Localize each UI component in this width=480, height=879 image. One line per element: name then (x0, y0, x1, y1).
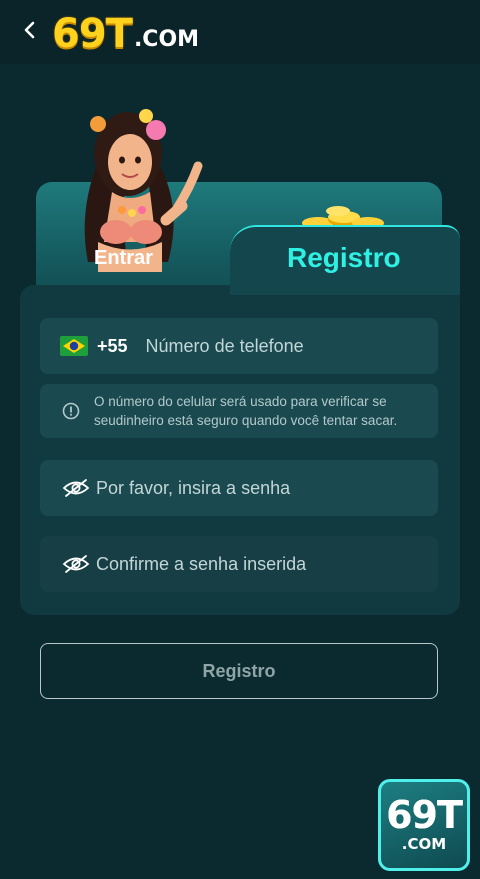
confirm-password-field[interactable] (40, 536, 438, 592)
logo-suffix-text: .COM (133, 27, 200, 52)
password-field[interactable] (40, 460, 438, 516)
tab-entrar[interactable]: Entrar (94, 247, 153, 270)
tab-registro[interactable]: Registro (287, 242, 401, 274)
phone-input[interactable] (145, 318, 438, 374)
register-button[interactable]: Registro (40, 643, 438, 699)
eye-off-icon[interactable] (62, 478, 90, 498)
phone-hint-box: O número do celular será usado para veri… (40, 384, 438, 438)
confirm-password-input[interactable] (96, 536, 438, 592)
brazil-flag-icon (60, 336, 88, 356)
site-logo: 69T .COM (52, 10, 199, 54)
badge-main-text: 69T (386, 793, 463, 837)
top-bar: 69T .COM (0, 0, 480, 64)
logo-main-text: 69T (52, 11, 133, 57)
country-code[interactable]: +55 (97, 336, 128, 357)
chevron-left-icon (24, 21, 35, 39)
phone-field[interactable]: +55 (40, 318, 438, 374)
badge-suffix-text: .COM (401, 835, 447, 853)
info-icon (62, 402, 80, 420)
floating-logo-badge[interactable]: 69T .COM (378, 779, 470, 871)
hint-text: O número do celular será usado para veri… (94, 394, 398, 428)
password-input[interactable] (96, 460, 438, 516)
back-button[interactable] (18, 18, 42, 42)
mascot-girl-image (84, 109, 203, 272)
eye-off-icon[interactable] (62, 554, 90, 574)
